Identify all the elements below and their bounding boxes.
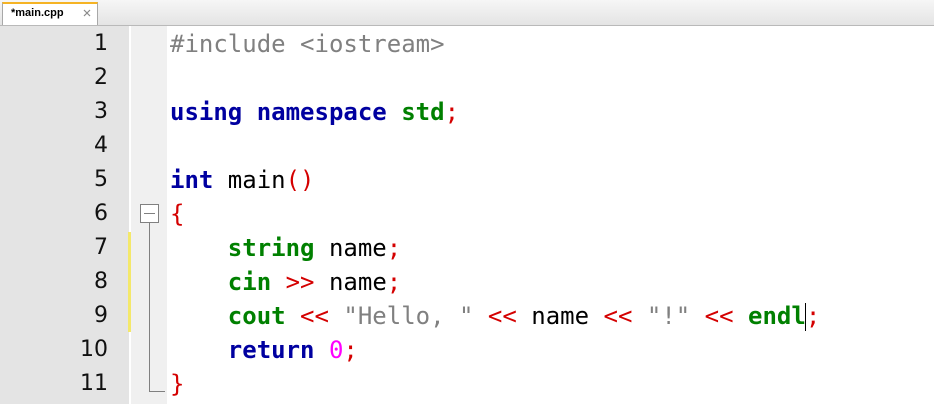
- line-number: 10: [80, 337, 108, 362]
- code-line-9: cout << "Hello, " << name << "!" << endl…: [170, 299, 820, 333]
- parentheses: (): [285, 166, 315, 194]
- close-icon[interactable]: [81, 7, 93, 19]
- editor-window: *main.cpp 1 2 3 4 5 6 7 8 9 10 11 #inclu…: [0, 0, 934, 404]
- line-number: 7: [94, 235, 108, 260]
- identifier-cout: cout: [227, 302, 286, 330]
- operator-insert: <<: [285, 302, 329, 330]
- identifier-name: name: [314, 268, 387, 296]
- identifier-name: name: [516, 302, 590, 330]
- line-number: 2: [94, 65, 108, 90]
- operator-extract: >>: [271, 268, 315, 296]
- keyword-return: return: [227, 336, 315, 364]
- close-brace: }: [170, 370, 185, 398]
- line-number: 1: [94, 31, 108, 56]
- semicolon: ;: [386, 268, 402, 296]
- code-line-11: }: [170, 367, 184, 401]
- line-number: 4: [94, 133, 108, 158]
- code-line-7: string name;: [170, 231, 401, 265]
- line-number: 8: [94, 269, 108, 294]
- operator-insert: <<: [690, 302, 734, 330]
- code-line-1: #include <iostream>: [170, 27, 445, 61]
- semicolon: ;: [805, 302, 821, 330]
- namespace-std: std: [401, 98, 445, 126]
- semicolon: ;: [386, 234, 402, 262]
- code-line-10: return 0;: [170, 333, 358, 367]
- number-literal: 0: [314, 336, 344, 364]
- keyword-namespace: namespace: [256, 98, 387, 126]
- identifier-name: name: [314, 234, 387, 262]
- line-number: 11: [80, 371, 108, 396]
- code-editor[interactable]: 1 2 3 4 5 6 7 8 9 10 11 #include <iostre…: [0, 26, 934, 404]
- keyword-using: using: [170, 98, 243, 126]
- line-number: 3: [94, 99, 108, 124]
- open-brace: {: [170, 200, 185, 228]
- tab-bar: *main.cpp: [0, 0, 934, 26]
- preprocessor-directive: #include <iostream>: [170, 30, 445, 58]
- tab-main-cpp[interactable]: *main.cpp: [2, 2, 98, 25]
- code-line-6: {: [170, 197, 184, 231]
- identifier-endl: endl: [733, 302, 806, 330]
- semicolon: ;: [343, 336, 358, 364]
- code-line-8: cin >> name;: [170, 265, 401, 299]
- tab-label: *main.cpp: [11, 7, 64, 19]
- identifier-main: main: [213, 166, 286, 194]
- fold-end-marker: [149, 391, 165, 392]
- semicolon: ;: [444, 98, 460, 126]
- operator-insert: <<: [473, 302, 517, 330]
- string-literal: "!": [632, 302, 691, 330]
- operator-insert: <<: [589, 302, 633, 330]
- string-literal: "Hello, ": [328, 302, 474, 330]
- type-string: string: [227, 234, 315, 262]
- line-number: 9: [94, 303, 108, 328]
- line-number: 5: [94, 167, 108, 192]
- fold-guide-line: [149, 223, 150, 391]
- line-number-gutter: 1 2 3 4 5 6 7 8 9 10 11: [0, 26, 129, 404]
- identifier-cin: cin: [227, 268, 272, 296]
- fold-collapse-icon[interactable]: [140, 204, 159, 223]
- code-line-5: int main(): [170, 163, 315, 197]
- line-number: 6: [94, 201, 108, 226]
- code-line-3: using namespace std;: [170, 95, 459, 129]
- keyword-int: int: [170, 166, 214, 194]
